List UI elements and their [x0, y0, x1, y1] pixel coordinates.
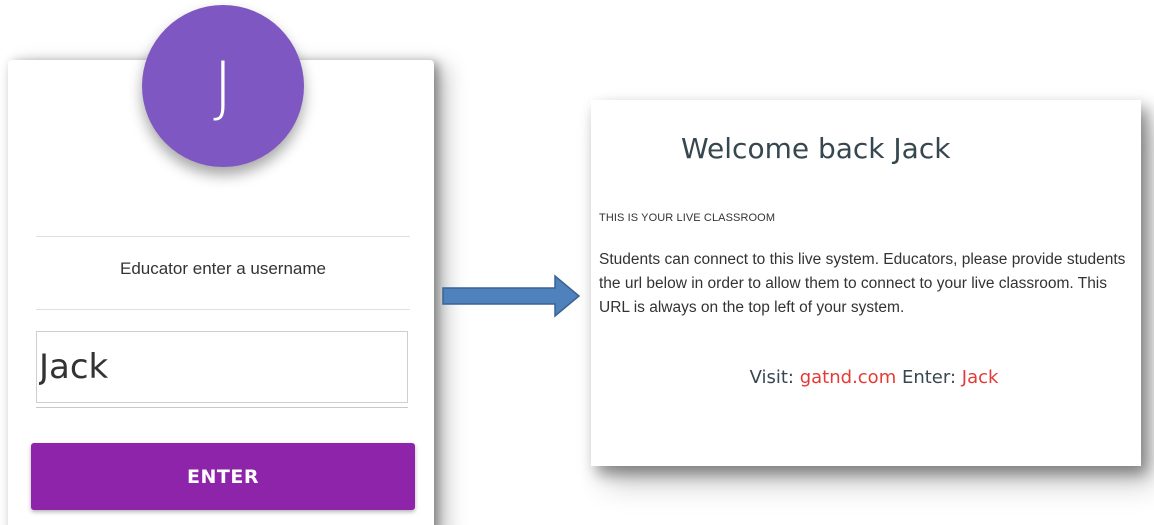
divider-top [36, 236, 410, 237]
input-underline [36, 407, 408, 408]
classroom-description: Students can connect to this live system… [599, 251, 1126, 316]
visit-line: Visit: gatnd.com Enter: Jack [591, 367, 1154, 388]
screenshot-stage: J Educator enter a username ENTER Welcom… [0, 0, 1154, 525]
right-arrow-icon [442, 274, 581, 318]
welcome-title: Welcome back Jack [681, 132, 951, 165]
section-heading: THIS IS YOUR LIVE CLASSROOM [599, 212, 776, 224]
username-prompt: Educator enter a username [119, 259, 326, 278]
user-avatar: J [142, 5, 304, 167]
visit-label: Visit: [749, 367, 794, 388]
welcome-card: Welcome back Jack THIS IS YOUR LIVE CLAS… [591, 100, 1141, 466]
visit-url-link[interactable]: gatnd.com [800, 367, 897, 388]
enter-button[interactable]: ENTER [31, 443, 415, 510]
username-input[interactable] [36, 331, 408, 403]
divider-middle [36, 309, 410, 310]
enter-label: Enter: [901, 367, 957, 388]
enter-value: Jack [961, 367, 999, 388]
